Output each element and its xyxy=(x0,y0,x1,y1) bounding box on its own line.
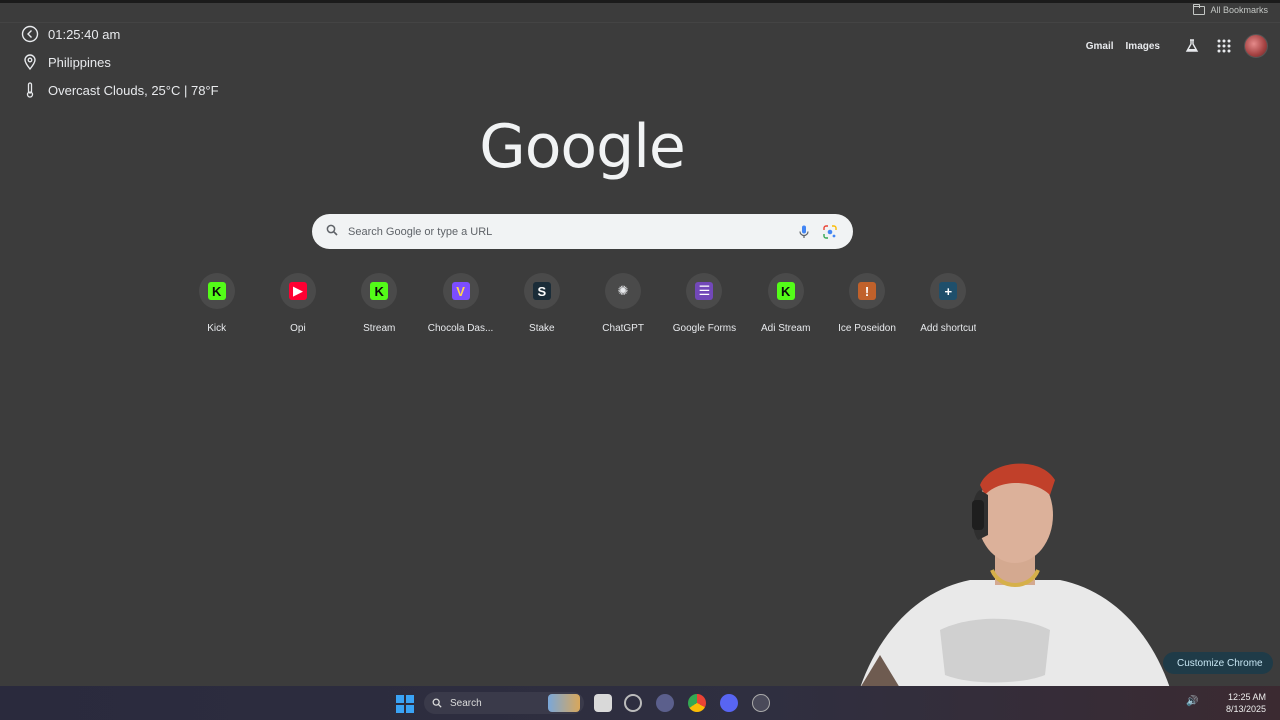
folder-icon xyxy=(1193,3,1206,15)
shortcut-favicon-icon: K xyxy=(370,282,389,300)
shortcut-label: Stream xyxy=(363,323,396,334)
shortcuts-grid: K Kick ▶ Opi K Stream V Chocola Das... S Stake ✺ Ch… xyxy=(176,270,989,334)
shortcut-label: Add shortcut xyxy=(920,323,977,334)
shortcut-favicon-icon: K xyxy=(207,282,226,300)
shortcut-label: Ice Poseidon xyxy=(838,323,896,334)
weather-row: Overcast Clouds, 25°C | 78°F xyxy=(20,76,219,104)
thermometer-icon xyxy=(20,80,40,100)
shortcut-icon-circle: K xyxy=(198,273,235,309)
search-input[interactable] xyxy=(348,225,787,238)
shortcut-icon-circle: S xyxy=(523,273,560,309)
avatar[interactable] xyxy=(1244,34,1268,58)
location-text: Philippines xyxy=(48,54,111,70)
shortcut-icon-circle: ✺ xyxy=(605,273,642,309)
widgets-icon[interactable] xyxy=(548,694,580,712)
shortcut-favicon-icon: ☰ xyxy=(695,282,714,300)
apps-grid-icon[interactable] xyxy=(1212,34,1236,58)
clock-back-icon xyxy=(20,24,40,44)
shortcut-favicon-icon: V xyxy=(451,282,470,300)
shortcut-icon-circle: ☰ xyxy=(686,273,723,309)
volume-icon[interactable]: 🔊 xyxy=(1186,696,1198,707)
chrome-icon[interactable] xyxy=(688,694,706,712)
shortcut-favicon-icon: + xyxy=(939,282,958,300)
shortcut-favicon-icon: K xyxy=(776,282,795,300)
time-row: 01:25:40 am xyxy=(20,20,219,48)
shortcut-label: Adi Stream xyxy=(760,323,811,334)
shortcut-label: Google Forms xyxy=(672,323,737,334)
shortcut-favicon-icon: ! xyxy=(858,282,877,300)
shortcut-label: ChatGPT xyxy=(602,323,644,334)
app-icon-3[interactable] xyxy=(752,694,770,712)
shortcut-label: Chocola Das... xyxy=(427,323,494,334)
windows-start-icon[interactable] xyxy=(396,695,414,713)
shortcut-tile[interactable]: K Kick xyxy=(176,270,257,334)
shortcut-icon-circle: ! xyxy=(849,273,886,309)
labs-flask-icon[interactable] xyxy=(1180,34,1204,58)
taskbar: Search 🔊 12:25 AM 8/13/2025 xyxy=(0,686,1280,720)
shortcut-tile[interactable]: ☰ Google Forms xyxy=(664,270,745,334)
time-text: 01:25:40 am xyxy=(48,26,121,42)
all-bookmarks-button[interactable]: All Bookmarks xyxy=(1193,3,1268,17)
discord-icon[interactable] xyxy=(720,694,738,712)
taskbar-search-label: Search xyxy=(450,697,482,709)
app-icon-2[interactable] xyxy=(656,694,674,712)
microphone-icon[interactable] xyxy=(795,223,813,241)
taskbar-clock[interactable]: 12:25 AM 8/13/2025 xyxy=(1226,691,1266,715)
header-links: Gmail Images xyxy=(1086,34,1268,58)
shortcut-tile[interactable]: K Adi Stream xyxy=(745,270,826,334)
shortcut-tile[interactable]: ▶ Opi xyxy=(257,270,338,334)
info-widget: 01:25:40 am Philippines Overcast Clouds,… xyxy=(20,20,219,104)
shortcut-favicon-icon: ▶ xyxy=(288,282,307,300)
google-logo: Google xyxy=(479,112,686,182)
shortcut-icon-circle: + xyxy=(930,273,967,309)
images-link[interactable]: Images xyxy=(1126,41,1160,52)
shortcut-tile[interactable]: K Stream xyxy=(339,270,420,334)
location-pin-icon xyxy=(20,52,40,72)
shortcut-tile[interactable]: S Stake xyxy=(501,270,582,334)
app-icon-1[interactable] xyxy=(624,694,642,712)
location-row: Philippines xyxy=(20,48,219,76)
top-window-edge xyxy=(0,0,1280,3)
shortcut-tile[interactable]: + Add shortcut xyxy=(908,270,989,334)
shortcut-label: Kick xyxy=(207,323,227,334)
google-lens-icon[interactable] xyxy=(821,223,839,241)
search-icon xyxy=(432,698,442,708)
clock-time: 12:25 AM xyxy=(1227,692,1266,702)
shortcut-icon-circle: V xyxy=(442,273,479,309)
webcam-overlay xyxy=(820,440,1180,688)
shortcut-icon-circle: K xyxy=(767,273,804,309)
shortcut-favicon-icon: ✺ xyxy=(614,282,633,300)
shortcut-tile[interactable]: ✺ ChatGPT xyxy=(582,270,663,334)
shortcut-tile[interactable]: ! Ice Poseidon xyxy=(826,270,907,334)
weather-text: Overcast Clouds, 25°C | 78°F xyxy=(48,82,219,98)
shortcut-label: Stake xyxy=(529,323,555,334)
file-explorer-icon[interactable] xyxy=(594,694,612,712)
gmail-link[interactable]: Gmail xyxy=(1086,41,1114,52)
shortcut-tile[interactable]: V Chocola Das... xyxy=(420,270,501,334)
search-box[interactable] xyxy=(312,214,853,249)
shortcut-label: Opi xyxy=(290,323,306,334)
search-icon xyxy=(326,223,338,241)
shortcut-icon-circle: K xyxy=(361,273,398,309)
clock-date: 8/13/2025 xyxy=(1225,704,1266,714)
shortcut-favicon-icon: S xyxy=(532,282,551,300)
shortcut-icon-circle: ▶ xyxy=(279,273,316,309)
all-bookmarks-label: All Bookmarks xyxy=(1210,5,1268,15)
